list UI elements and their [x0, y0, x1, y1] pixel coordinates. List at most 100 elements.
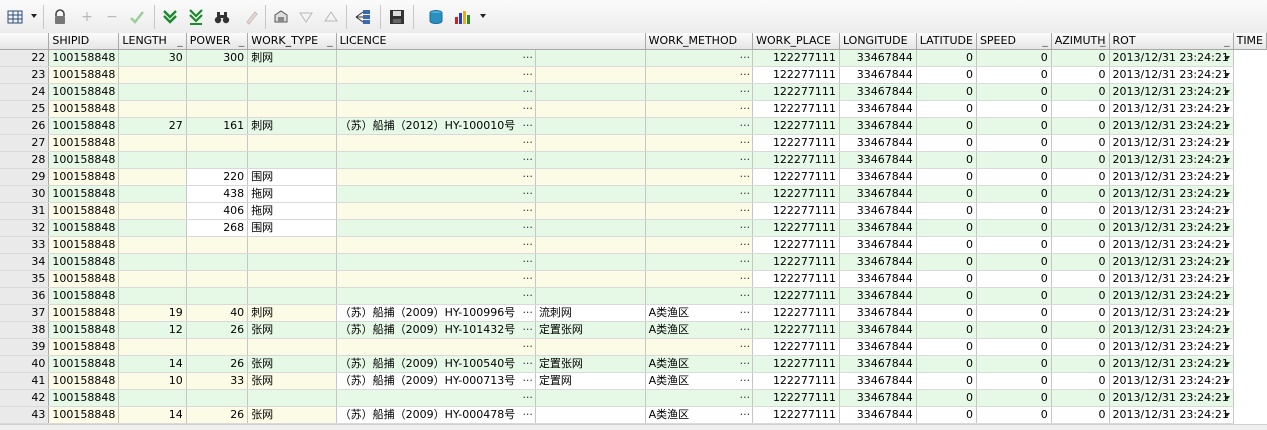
work-type-cell[interactable]: 刺网: [247, 304, 337, 322]
rot-cell[interactable]: 0: [1051, 168, 1110, 186]
power-cell[interactable]: [186, 389, 249, 407]
longitude-cell[interactable]: 122277111: [752, 287, 840, 305]
chart-dropdown-caret[interactable]: [480, 14, 486, 18]
rot-cell[interactable]: 0: [1051, 134, 1110, 152]
rot-cell[interactable]: 0: [1051, 117, 1110, 135]
column-header-work-type[interactable]: WORK_TYPE _: [247, 33, 337, 50]
time-cell[interactable]: 2013/12/31 23:24:21: [1109, 389, 1234, 407]
time-cell[interactable]: 2013/12/31 23:24:21: [1109, 83, 1234, 101]
work-method-cell[interactable]: 定置张网: [535, 355, 646, 373]
work-method-cell[interactable]: [535, 338, 646, 356]
longitude-cell[interactable]: 122277111: [752, 185, 840, 203]
ellipsis-button[interactable]: ···: [740, 271, 751, 287]
longitude-cell[interactable]: 122277111: [752, 151, 840, 169]
ellipsis-button[interactable]: ···: [522, 220, 533, 236]
row-number[interactable]: 25: [0, 100, 50, 118]
rot-cell[interactable]: 0: [1051, 83, 1110, 101]
work-place-cell[interactable]: ···: [645, 236, 754, 254]
sort-asc-icon[interactable]: [322, 8, 340, 26]
table-row[interactable]: 32 100158848 268 围网 ··· ··· 122277111 33467844 0…: [0, 219, 1267, 237]
work-place-cell[interactable]: ···: [645, 83, 754, 101]
rot-cell[interactable]: 0: [1051, 49, 1110, 67]
shipid-cell[interactable]: 100158848: [48, 270, 120, 288]
latitude-cell[interactable]: 33467844: [839, 236, 917, 254]
azimuth-cell[interactable]: 0: [976, 185, 1052, 203]
table-row[interactable]: 33 100158848 ··· ··· 122277111 33467844 0 0 0 201…: [0, 236, 1267, 254]
power-cell[interactable]: [186, 236, 249, 254]
table-row[interactable]: 36 100158848 ··· ··· 122277111 33467844 0 0 0 201…: [0, 287, 1267, 305]
work-place-cell[interactable]: ···: [645, 270, 754, 288]
speed-cell[interactable]: 0: [916, 117, 977, 135]
time-cell[interactable]: 2013/12/31 23:24:21: [1109, 287, 1234, 305]
query-icon[interactable]: [272, 8, 290, 26]
column-header-power[interactable]: POWER _: [186, 33, 249, 50]
longitude-cell[interactable]: 122277111: [752, 321, 840, 339]
licence-cell[interactable]: （苏）船捕（2009）HY-000713号 ···: [336, 372, 536, 390]
ellipsis-button[interactable]: ···: [740, 135, 751, 151]
chevron-down-icon[interactable]: [1223, 311, 1230, 315]
power-cell[interactable]: 161: [186, 117, 249, 135]
rot-cell[interactable]: 0: [1051, 389, 1110, 407]
ellipsis-button[interactable]: ···: [740, 84, 751, 100]
licence-cell[interactable]: （苏）船捕（2009）HY-100996号 ···: [336, 304, 536, 322]
ellipsis-button[interactable]: ···: [522, 152, 533, 168]
tree-icon[interactable]: [354, 8, 372, 26]
longitude-cell[interactable]: 122277111: [752, 270, 840, 288]
work-place-cell[interactable]: A类渔区 ···: [645, 406, 754, 424]
azimuth-cell[interactable]: 0: [976, 100, 1052, 118]
column-header-azimuth[interactable]: AZIMUTH _: [1051, 33, 1110, 50]
work-type-cell[interactable]: [247, 66, 337, 84]
ellipsis-button[interactable]: ···: [740, 288, 751, 304]
licence-cell[interactable]: ···: [336, 253, 536, 271]
row-number[interactable]: 36: [0, 287, 50, 305]
work-type-cell[interactable]: [247, 287, 337, 305]
speed-cell[interactable]: 0: [916, 185, 977, 203]
latitude-cell[interactable]: 33467844: [839, 321, 917, 339]
work-method-cell[interactable]: [535, 389, 646, 407]
licence-cell[interactable]: ···: [336, 287, 536, 305]
save-icon[interactable]: [388, 8, 406, 26]
power-cell[interactable]: [186, 287, 249, 305]
time-cell[interactable]: 2013/12/31 23:24:21: [1109, 253, 1234, 271]
work-place-cell[interactable]: ···: [645, 49, 754, 67]
azimuth-cell[interactable]: 0: [976, 134, 1052, 152]
work-type-cell[interactable]: [247, 151, 337, 169]
time-cell[interactable]: 2013/12/31 23:24:21: [1109, 117, 1234, 135]
column-header-licence[interactable]: LICENCE: [336, 33, 646, 50]
ellipsis-button[interactable]: ···: [740, 67, 751, 83]
layout-dropdown-caret[interactable]: [31, 14, 37, 18]
azimuth-cell[interactable]: 0: [976, 287, 1052, 305]
licence-cell[interactable]: ···: [336, 151, 536, 169]
latitude-cell[interactable]: 33467844: [839, 151, 917, 169]
table-row[interactable]: 23 100158848 ··· ··· 122277111 33467844 0 0 0 201…: [0, 66, 1267, 84]
speed-cell[interactable]: 0: [916, 270, 977, 288]
eraser-icon[interactable]: [242, 8, 260, 26]
work-place-cell[interactable]: ···: [645, 66, 754, 84]
work-place-cell[interactable]: ···: [645, 134, 754, 152]
column-header-latitude[interactable]: LATITUDE: [916, 33, 977, 50]
licence-cell[interactable]: ···: [336, 49, 536, 67]
table-row[interactable]: 43 100158848 14 26 张网 （苏）船捕（2009）HY-000478号 ··…: [0, 406, 1267, 424]
speed-cell[interactable]: 0: [916, 253, 977, 271]
ellipsis-button[interactable]: ···: [740, 118, 751, 134]
shipid-cell[interactable]: 100158848: [48, 219, 120, 237]
database-icon[interactable]: [427, 8, 445, 26]
time-cell[interactable]: 2013/12/31 23:24:21: [1109, 151, 1234, 169]
row-number[interactable]: 38: [0, 321, 50, 339]
work-type-cell[interactable]: [247, 134, 337, 152]
work-method-cell[interactable]: 定置网: [535, 372, 646, 390]
longitude-cell[interactable]: 122277111: [752, 219, 840, 237]
time-cell[interactable]: 2013/12/31 23:24:21: [1109, 304, 1234, 322]
length-cell[interactable]: [118, 168, 187, 186]
ellipsis-button[interactable]: ···: [522, 271, 533, 287]
horizontal-scrollbar[interactable]: [0, 424, 1267, 430]
rot-cell[interactable]: 0: [1051, 321, 1110, 339]
longitude-cell[interactable]: 122277111: [752, 355, 840, 373]
longitude-cell[interactable]: 122277111: [752, 338, 840, 356]
licence-cell[interactable]: ···: [336, 338, 536, 356]
time-cell[interactable]: 2013/12/31 23:24:21: [1109, 134, 1234, 152]
azimuth-cell[interactable]: 0: [976, 389, 1052, 407]
longitude-cell[interactable]: 122277111: [752, 83, 840, 101]
azimuth-cell[interactable]: 0: [976, 338, 1052, 356]
work-type-cell[interactable]: 张网: [247, 321, 337, 339]
